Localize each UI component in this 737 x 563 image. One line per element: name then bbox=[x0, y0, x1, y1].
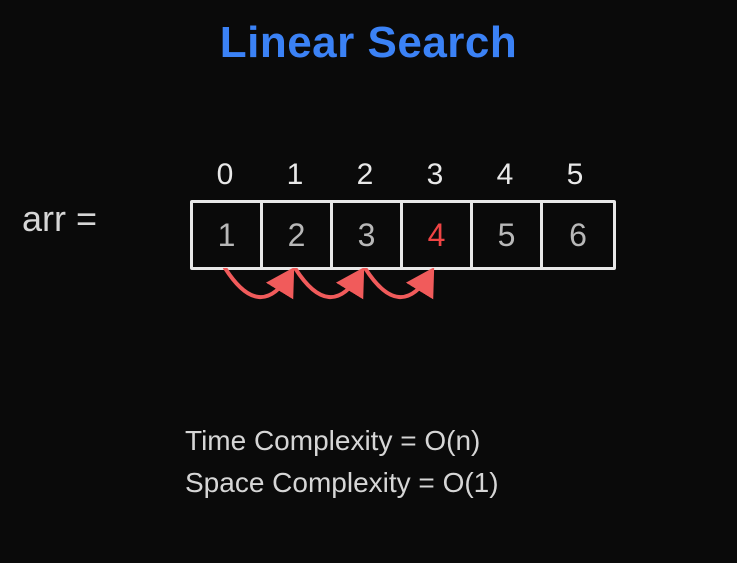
arrow-icon bbox=[295, 268, 360, 297]
index-label: 0 bbox=[190, 158, 260, 200]
index-label: 4 bbox=[470, 158, 540, 200]
traversal-arrows bbox=[190, 268, 620, 338]
array-variable-label: arr = bbox=[22, 198, 97, 240]
array-cell: 6 bbox=[543, 203, 613, 267]
arrow-icon bbox=[225, 268, 290, 297]
index-row: 0 1 2 3 4 5 bbox=[190, 158, 616, 200]
time-complexity-text: Time Complexity = O(n) bbox=[185, 420, 499, 462]
array-visual: 0 1 2 3 4 5 1 2 3 4 5 6 bbox=[190, 158, 616, 270]
array-cell: 3 bbox=[333, 203, 403, 267]
complexity-block: Time Complexity = O(n) Space Complexity … bbox=[185, 420, 499, 504]
array-cell: 2 bbox=[263, 203, 333, 267]
space-complexity-text: Space Complexity = O(1) bbox=[185, 462, 499, 504]
arrow-icon bbox=[365, 268, 430, 297]
array-cell: 5 bbox=[473, 203, 543, 267]
page-title: Linear Search bbox=[0, 0, 737, 68]
array-cells: 1 2 3 4 5 6 bbox=[190, 200, 616, 270]
index-label: 1 bbox=[260, 158, 330, 200]
array-cell: 1 bbox=[193, 203, 263, 267]
index-label: 3 bbox=[400, 158, 470, 200]
index-label: 2 bbox=[330, 158, 400, 200]
index-label: 5 bbox=[540, 158, 610, 200]
array-cell-target: 4 bbox=[403, 203, 473, 267]
